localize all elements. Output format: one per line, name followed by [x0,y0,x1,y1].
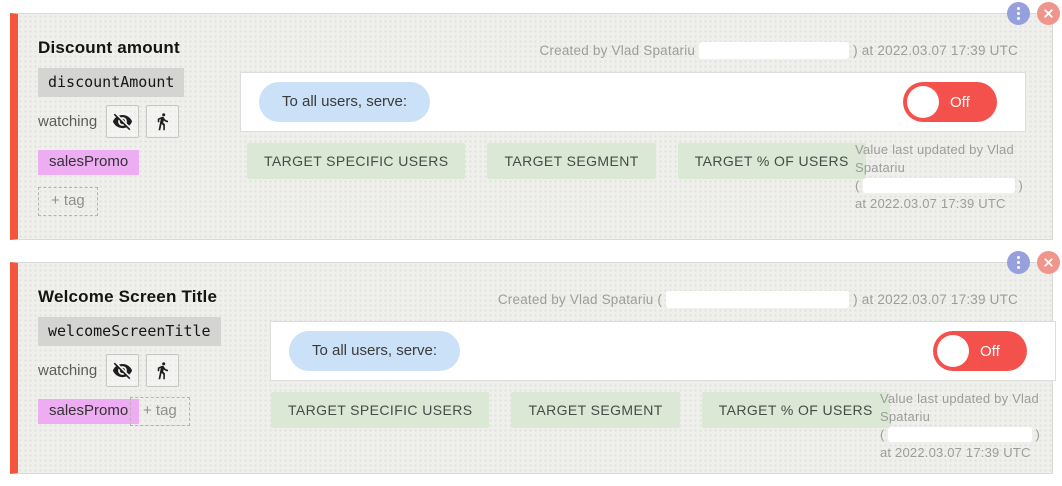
value-updated-parens: ( ) [880,426,1040,444]
close-button[interactable] [1037,251,1060,274]
created-by-line: Created by Vlad Spatariu ( ) at 2022.03.… [498,291,1018,308]
created-by-prefix: Created by Vlad Spatariu [540,43,696,58]
toggle-knob [907,86,939,118]
close-icon [1042,7,1055,20]
value-last-updated: Value last updated by Vlad Spatariu ( ) … [855,141,1023,213]
feature-flag-card-welcome-screen-title: Welcome Screen Title welcomeScreenTitle … [10,262,1053,474]
add-tag-button[interactable]: + tag [130,397,190,426]
toggle-knob [937,335,969,367]
flag-off-toggle[interactable]: Off [933,331,1027,371]
watch-flag-button[interactable] [146,354,179,387]
target-percent-of-users-button[interactable]: TARGET % OF USERS [702,392,890,428]
targeting-buttons-row: TARGET SPECIFIC USERS TARGET SEGMENT TAR… [271,392,890,428]
value-updated-date: at 2022.03.07 17:39 UTC [880,445,1031,460]
watching-row: watching [38,105,179,138]
kebab-menu-button[interactable] [1007,2,1030,25]
kebab-menu-icon [1017,7,1020,20]
target-segment-button[interactable]: TARGET SEGMENT [511,392,679,428]
created-by-suffix: ) at 2022.03.07 17:39 UTC [853,292,1018,307]
targeting-buttons-row: TARGET SPECIFIC USERS TARGET SEGMENT TAR… [247,143,866,179]
eye-off-icon [112,360,133,381]
watching-row: watching [38,354,179,387]
watchers-hidden-button[interactable] [106,105,139,138]
target-specific-users-button[interactable]: TARGET SPECIFIC USERS [247,143,465,179]
redacted-email [888,427,1033,442]
redacted-email [666,291,849,308]
flag-key: discountAmount [38,68,184,97]
walking-person-icon [153,361,172,380]
flag-title: Welcome Screen Title [38,287,217,307]
created-by-line: Created by Vlad Spatariu ) at 2022.03.07… [540,42,1019,59]
watching-label: watching [38,362,97,379]
serve-rule-panel: To all users, serve: Off [240,72,1026,132]
redacted-email [863,178,1016,193]
value-updated-text: Value last updated by Vlad Spatariu [855,142,1014,175]
serve-rule-pill: To all users, serve: [259,82,430,122]
feature-flag-card-discount-amount: Discount amount discountAmount watching … [10,13,1053,240]
watch-flag-button[interactable] [146,105,179,138]
walking-person-icon [153,112,172,131]
value-updated-parens: ( ) [855,177,1023,195]
created-by-prefix: Created by Vlad Spatariu ( [498,292,662,307]
target-percent-of-users-button[interactable]: TARGET % OF USERS [678,143,866,179]
watchers-hidden-button[interactable] [106,354,139,387]
kebab-menu-button[interactable] [1007,251,1030,274]
value-updated-date: at 2022.03.07 17:39 UTC [855,196,1006,211]
flag-key: welcomeScreenTitle [38,317,221,346]
add-tag-button[interactable]: + tag [38,187,98,216]
serve-rule-panel: To all users, serve: Off [270,321,1056,381]
flag-off-toggle[interactable]: Off [903,82,997,122]
close-button[interactable] [1037,2,1060,25]
target-specific-users-button[interactable]: TARGET SPECIFIC USERS [271,392,489,428]
toggle-state-label: Off [980,343,1000,360]
watching-label: watching [38,113,97,130]
eye-off-icon [112,111,133,132]
kebab-menu-icon [1017,256,1020,269]
flag-title: Discount amount [38,38,180,58]
serve-rule-pill: To all users, serve: [289,331,460,371]
close-icon [1042,256,1055,269]
created-by-suffix: ) at 2022.03.07 17:39 UTC [853,43,1018,58]
redacted-email [699,42,849,59]
toggle-state-label: Off [950,94,970,111]
target-segment-button[interactable]: TARGET SEGMENT [487,143,655,179]
tag-salespromo[interactable]: salesPromo [38,150,139,175]
value-last-updated: Value last updated by Vlad Spatariu ( ) … [880,390,1040,462]
tag-salespromo[interactable]: salesPromo [38,399,139,424]
value-updated-text: Value last updated by Vlad Spatariu [880,391,1039,424]
